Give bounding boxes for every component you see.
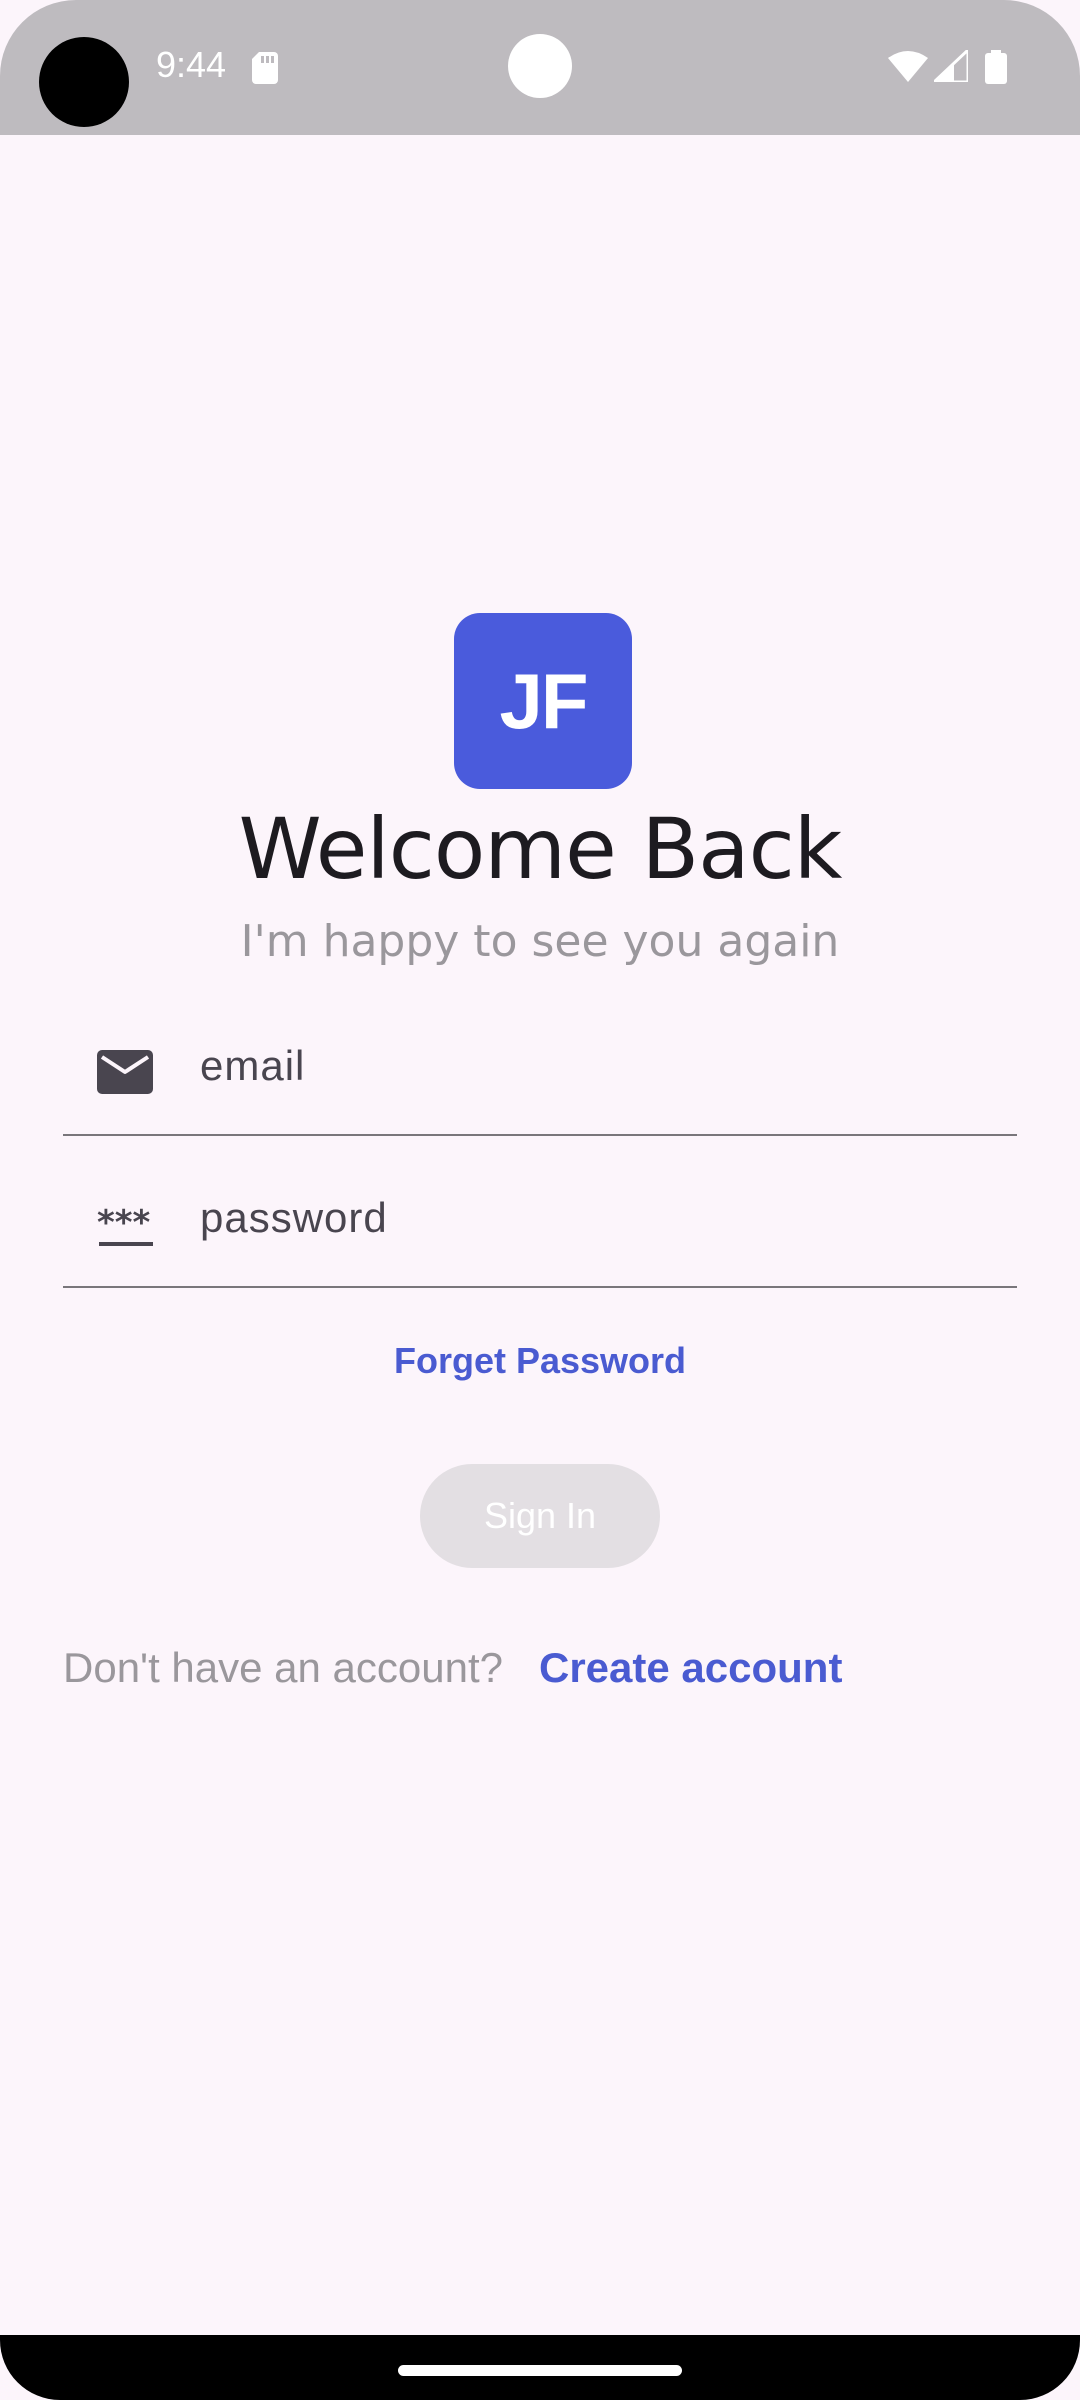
page-subtitle: I'm happy to see you again bbox=[240, 916, 840, 967]
sd-card-icon bbox=[252, 52, 278, 89]
navigation-bar bbox=[0, 2335, 1080, 2400]
password-field[interactable]: *** bbox=[63, 1156, 1017, 1288]
sign-in-button[interactable]: Sign In bbox=[420, 1464, 660, 1568]
status-bar: 9:44 bbox=[0, 0, 1080, 135]
create-account-link[interactable]: Create account bbox=[539, 1644, 842, 1692]
email-field[interactable] bbox=[63, 1004, 1017, 1136]
password-icon: *** bbox=[97, 1203, 157, 1253]
app-logo: JF bbox=[454, 613, 632, 789]
password-input[interactable] bbox=[200, 1178, 980, 1258]
battery-icon bbox=[985, 50, 1007, 89]
camera-cutout bbox=[508, 34, 572, 98]
signal-icon bbox=[930, 46, 970, 87]
page-title: Welcome Back bbox=[238, 800, 843, 898]
email-input[interactable] bbox=[200, 1026, 980, 1106]
front-camera bbox=[39, 37, 129, 127]
status-time: 9:44 bbox=[156, 44, 227, 85]
wifi-icon bbox=[888, 50, 928, 87]
home-gesture-handle[interactable] bbox=[398, 2365, 682, 2376]
mail-icon bbox=[97, 1050, 153, 1099]
forgot-password-link[interactable]: Forget Password bbox=[394, 1340, 686, 1381]
no-account-text: Don't have an account? bbox=[63, 1644, 503, 1691]
svg-text:***: *** bbox=[97, 1208, 151, 1243]
forgot-password-row: Forget Password bbox=[0, 1340, 1080, 1382]
